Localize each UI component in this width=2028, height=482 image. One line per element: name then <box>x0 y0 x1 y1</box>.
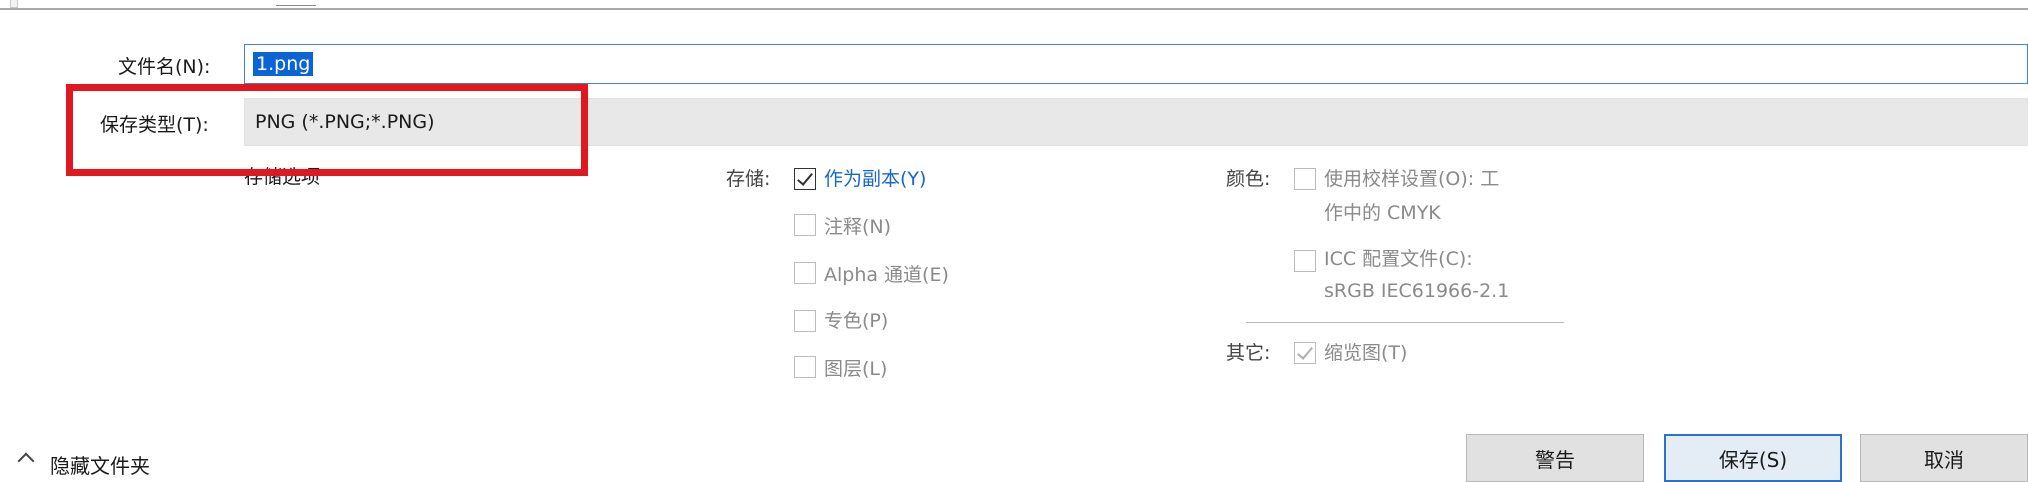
highlight-annotation-box <box>66 84 588 176</box>
title-bar-remnant <box>0 0 2028 10</box>
hide-folders-link[interactable]: 隐藏文件夹 <box>50 450 150 479</box>
cancel-button[interactable]: 取消 <box>1860 434 2028 482</box>
file-name-input[interactable]: 1.png <box>244 44 2028 84</box>
proof-setup-checkbox[interactable] <box>1294 168 1316 190</box>
file-name-value: 1.png <box>253 52 314 76</box>
layers-label: 图层(L) <box>824 358 888 380</box>
copy-checkbox[interactable] <box>794 168 816 190</box>
thumbnail-label: 缩览图(T) <box>1324 342 1408 364</box>
group-divider <box>1246 322 1564 323</box>
spot-color-label: 专色(P) <box>824 310 889 332</box>
proof-setup-label-line1: 使用校样设置(O): 工 <box>1324 168 1500 190</box>
chevron-up-icon[interactable] <box>17 452 35 470</box>
copy-label: 作为副本(Y) <box>824 168 927 190</box>
annotations-label: 注释(N) <box>824 216 892 238</box>
spot-color-checkbox[interactable] <box>794 310 816 332</box>
thumbnail-checkbox[interactable] <box>1294 342 1316 364</box>
layers-checkbox[interactable] <box>794 356 816 378</box>
icc-profile-label-line1: ICC 配置文件(C): <box>1324 248 1473 270</box>
file-name-label: 文件名(N): <box>118 56 211 78</box>
annotations-checkbox[interactable] <box>794 214 816 236</box>
color-label: 颜色: <box>1226 168 1271 190</box>
window-edge <box>10 0 18 8</box>
window-edge <box>276 0 316 6</box>
proof-setup-label-line2: 作中的 CMYK <box>1324 202 1441 224</box>
icc-profile-label-line2: sRGB IEC61966-2.1 <box>1324 280 1510 302</box>
storage-label: 存储: <box>726 168 771 190</box>
icc-profile-checkbox[interactable] <box>1294 250 1316 272</box>
save-button[interactable]: 保存(S) <box>1664 434 1842 482</box>
alpha-channel-label: Alpha 通道(E) <box>824 264 949 286</box>
other-label: 其它: <box>1226 342 1271 364</box>
warning-button[interactable]: 警告 <box>1466 434 1644 482</box>
alpha-channel-checkbox[interactable] <box>794 262 816 284</box>
